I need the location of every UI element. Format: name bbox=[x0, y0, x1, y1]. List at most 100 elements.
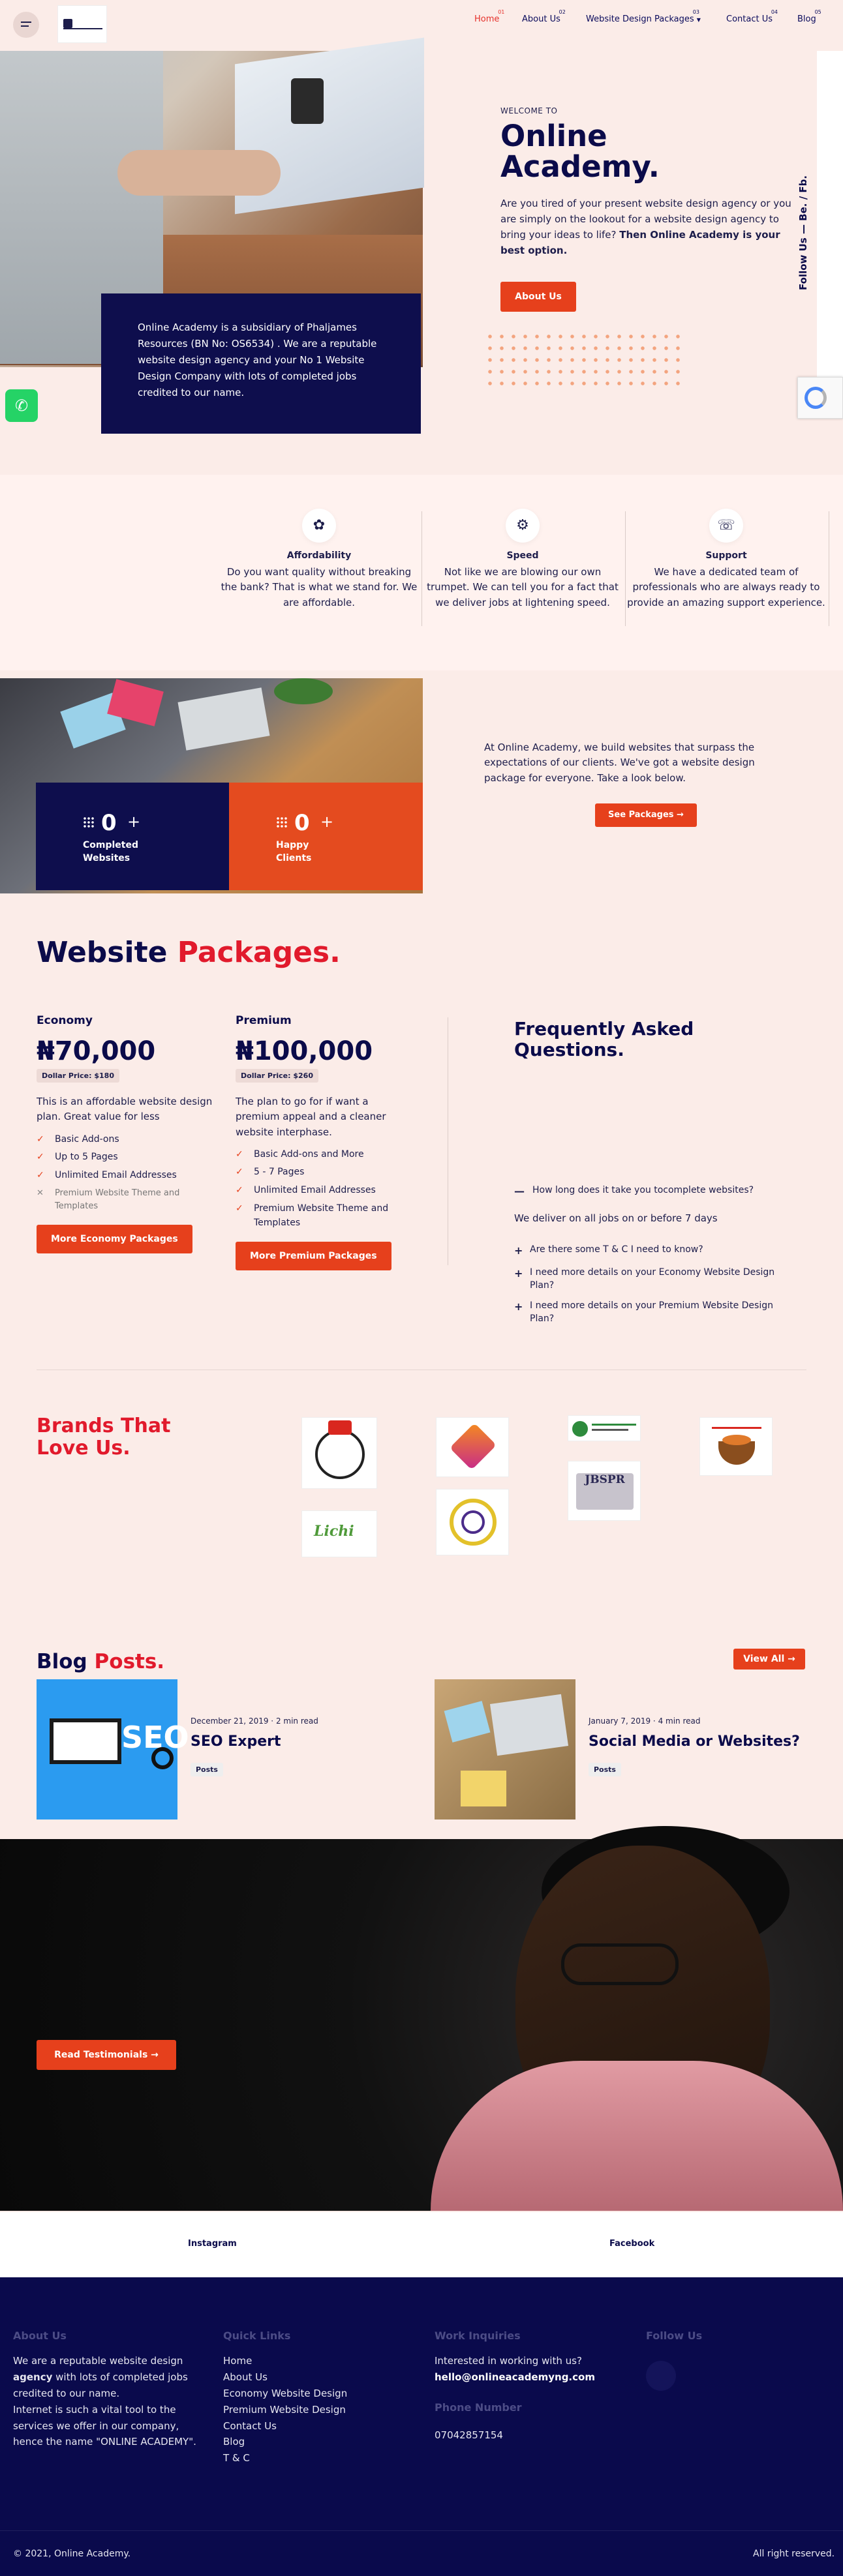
nav-about[interactable]: 02 About Us bbox=[522, 9, 566, 24]
whatsapp-icon[interactable]: ✆ bbox=[5, 389, 38, 422]
stat-label-line: Websites bbox=[83, 853, 130, 864]
feature-title: Support bbox=[705, 550, 747, 561]
brand-logo-jbspr: JBSPR bbox=[568, 1461, 641, 1521]
brand-logo-seal bbox=[436, 1489, 509, 1555]
feature-affordability: ✿ Affordability Do you want quality with… bbox=[218, 509, 420, 610]
footer-heading: About Us bbox=[13, 2329, 67, 2342]
package-desc: This is an affordable website design pla… bbox=[37, 1096, 213, 1123]
view-all-button[interactable]: View All → bbox=[733, 1649, 805, 1670]
nav-label: Home bbox=[474, 14, 500, 24]
nav-blog[interactable]: 05 Blog bbox=[797, 9, 821, 24]
brand-logo-pharma bbox=[568, 1415, 641, 1441]
dollar-price-badge: Dollar Price: $180 bbox=[37, 1069, 119, 1083]
minus-icon: — bbox=[514, 1185, 525, 1197]
faq-item[interactable]: + I need more details on your Premium Web… bbox=[514, 1300, 795, 1325]
stat-plus: + bbox=[127, 813, 141, 831]
stat-label-line: Happy bbox=[276, 840, 309, 850]
about-us-button[interactable]: About Us bbox=[500, 282, 576, 312]
package-premium: Premium ₦100,000 Dollar Price: $260 The … bbox=[236, 1014, 412, 1271]
footer-quick-links: Home About Us Economy Website Design Pre… bbox=[223, 2353, 347, 2466]
feature-text: We have a dedicated team of professional… bbox=[627, 566, 825, 608]
package-name: Economy bbox=[37, 1014, 93, 1027]
headset-icon: ☏ bbox=[709, 509, 743, 543]
plus-icon: + bbox=[514, 1244, 523, 1257]
feature-item: Basic Add-ons bbox=[37, 1133, 213, 1147]
feature-item: Up to 5 Pages bbox=[37, 1150, 213, 1165]
photo-glasses bbox=[561, 1943, 679, 1985]
nav-home[interactable]: 01 Home bbox=[474, 9, 504, 24]
footer-link[interactable]: Economy Website Design bbox=[223, 2386, 347, 2402]
see-packages-button[interactable]: See Packages → bbox=[595, 803, 697, 827]
blog-title: Blog Posts. bbox=[37, 1650, 164, 1673]
nav-number: 03 bbox=[692, 9, 699, 15]
plus-icon: + bbox=[514, 1300, 523, 1313]
stat-label: Happy Clients bbox=[276, 839, 311, 865]
post-tag[interactable]: Posts bbox=[589, 1763, 621, 1776]
grid-dots-icon bbox=[83, 816, 95, 828]
nav-number: 01 bbox=[498, 9, 505, 15]
footer-link[interactable]: About Us bbox=[223, 2369, 347, 2386]
menu-icon[interactable] bbox=[13, 12, 39, 38]
stat-plus: + bbox=[320, 813, 334, 831]
facebook-link[interactable]: Facebook bbox=[609, 2239, 654, 2249]
footer-email-link[interactable]: hello@onlineacademyng.com bbox=[435, 2369, 595, 2386]
stat-label-line: Clients bbox=[276, 853, 312, 864]
hero-info-text: Online Academy is a subsidiary of Phalja… bbox=[138, 322, 377, 398]
post-meta: December 21, 2019 · 2 min read bbox=[191, 1716, 318, 1726]
footer-text: Interested in working with us? bbox=[435, 2355, 582, 2367]
post-title[interactable]: SEO Expert bbox=[191, 1733, 281, 1750]
laptop-shape bbox=[489, 1694, 569, 1756]
nav-packages[interactable]: 03 Website Design Packages ▼ bbox=[586, 9, 701, 24]
button-label: See Packages bbox=[608, 810, 674, 820]
footer-link[interactable]: Contact Us bbox=[223, 2418, 347, 2434]
post-meta: January 7, 2019 · 4 min read bbox=[589, 1716, 701, 1726]
feature-item: Unlimited Email Addresses bbox=[236, 1184, 412, 1198]
recaptcha-icon bbox=[805, 387, 827, 409]
footer-link[interactable]: Home bbox=[223, 2353, 347, 2369]
package-features: Basic Add-ons Up to 5 Pages Unlimited Em… bbox=[37, 1133, 213, 1213]
faq-item[interactable]: + I need more details on your Economy Web… bbox=[514, 1266, 795, 1292]
nav-label: Contact Us bbox=[726, 14, 773, 24]
more-economy-button[interactable]: More Economy Packages bbox=[37, 1224, 192, 1253]
recaptcha-badge[interactable] bbox=[797, 377, 843, 419]
post-title[interactable]: Social Media or Websites? bbox=[589, 1733, 800, 1750]
more-premium-button[interactable]: More Premium Packages bbox=[236, 1242, 391, 1271]
footer-heading: Quick Links bbox=[223, 2329, 291, 2342]
site-logo[interactable] bbox=[57, 5, 107, 43]
nav-contact[interactable]: 04 Contact Us bbox=[726, 9, 778, 24]
stat-value: 0 bbox=[294, 810, 310, 836]
plus-icon: + bbox=[514, 1267, 523, 1280]
post-thumbnail[interactable]: SEO bbox=[37, 1679, 189, 1820]
follow-us-vertical[interactable]: Follow Us — Be. / Fb. bbox=[797, 147, 813, 290]
faq-item[interactable]: + Are there some T & C I need to know? bbox=[514, 1244, 795, 1257]
footer-phone[interactable]: 07042857154 bbox=[435, 2427, 503, 2444]
package-price: ₦70,000 bbox=[37, 1036, 156, 1066]
post-date: December 21, 2019 bbox=[191, 1716, 269, 1726]
package-desc: The plan to go for if want a premium app… bbox=[236, 1096, 386, 1138]
footer-text: Internet is such a vital tool to the ser… bbox=[13, 2403, 196, 2448]
faq-item-open[interactable]: — How long does it take you tocomplete we… bbox=[514, 1184, 795, 1197]
nav-label: Blog bbox=[797, 14, 816, 24]
instagram-link[interactable]: Instagram bbox=[188, 2239, 237, 2249]
faq-question: How long does it take you tocomplete web… bbox=[532, 1185, 754, 1195]
grid-dots-icon bbox=[276, 816, 288, 828]
chevron-down-icon: ▼ bbox=[696, 17, 701, 23]
monitor-icon bbox=[50, 1718, 121, 1764]
speedometer-icon: ⚙ bbox=[506, 509, 540, 543]
post-thumbnail[interactable] bbox=[435, 1679, 575, 1820]
leaf-icon: ✿ bbox=[302, 509, 336, 543]
faq-question: Are there some T & C I need to know? bbox=[530, 1244, 703, 1255]
social-icon-circle[interactable] bbox=[646, 2361, 676, 2391]
package-name: Premium bbox=[236, 1014, 292, 1027]
package-features: Basic Add-ons and More 5 - 7 Pages Unlim… bbox=[236, 1148, 412, 1230]
feature-text: Do you want quality without breaking the… bbox=[221, 566, 418, 608]
footer-link[interactable]: Premium Website Design bbox=[223, 2402, 347, 2418]
footer-link[interactable]: T & C bbox=[223, 2450, 347, 2466]
footer-copyright: © 2021, Online Academy. bbox=[13, 2549, 131, 2559]
post-tag[interactable]: Posts bbox=[191, 1763, 223, 1776]
brands-title-line: Brands That bbox=[37, 1415, 171, 1437]
nav-label: About Us bbox=[522, 14, 560, 24]
footer-link[interactable]: Blog bbox=[223, 2434, 347, 2450]
read-testimonials-button[interactable]: Read Testimonials → bbox=[37, 2040, 176, 2070]
title-part-red: Posts. bbox=[94, 1650, 165, 1673]
